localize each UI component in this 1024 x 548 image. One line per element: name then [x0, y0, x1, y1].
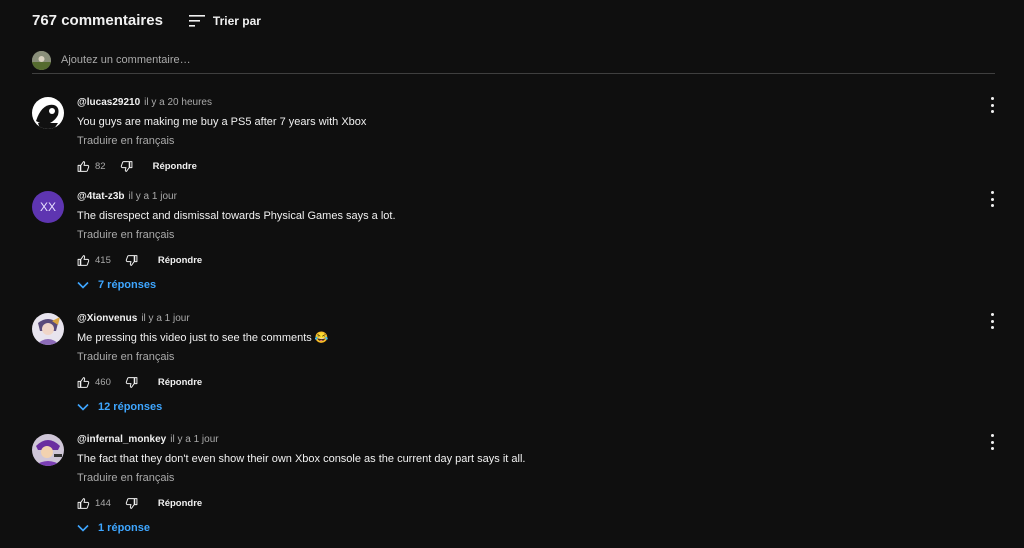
comment-author[interactable]: @lucas29210	[77, 97, 140, 108]
view-replies-button[interactable]: 12 réponses	[77, 401, 987, 413]
comment-text-container: Me pressing this video just to see the c…	[77, 332, 987, 345]
reply-button[interactable]: Répondre	[158, 498, 202, 509]
sort-label: Trier par	[212, 13, 261, 28]
replies-count: 12 réponses	[98, 401, 163, 413]
chevron-down-icon	[77, 524, 89, 532]
sort-button[interactable]: Trier par	[188, 13, 261, 28]
add-comment-field[interactable]: Ajoutez un commentaire…	[32, 51, 995, 74]
comments-header: 767 commentaires Trier par	[32, 12, 261, 29]
translate-link[interactable]: Traduire en français	[77, 135, 987, 148]
translate-link[interactable]: Traduire en français	[77, 229, 987, 242]
like-count: 82	[95, 160, 106, 172]
thumbs-down-icon[interactable]	[120, 160, 133, 173]
translate-link[interactable]: Traduire en français	[77, 472, 987, 485]
comment-actions: 460 Répondre	[77, 375, 987, 389]
translate-link[interactable]: Traduire en français	[77, 351, 987, 364]
chevron-down-icon	[77, 281, 89, 289]
more-actions-icon[interactable]	[985, 97, 999, 113]
thumbs-up-icon[interactable]	[77, 376, 90, 389]
reply-button[interactable]: Répondre	[158, 255, 202, 266]
sort-icon	[188, 14, 205, 27]
commenter-avatar[interactable]	[32, 97, 64, 129]
comment-author[interactable]: @4tat-z3b	[77, 191, 125, 202]
avatar-initials: XX	[39, 200, 56, 214]
add-comment-placeholder: Ajoutez un commentaire…	[61, 54, 191, 66]
comment-actions: 144 Répondre	[77, 496, 987, 510]
commenter-avatar[interactable]	[32, 434, 64, 466]
more-actions-icon[interactable]	[985, 313, 999, 329]
thumbs-down-icon[interactable]	[125, 254, 138, 267]
comment-time[interactable]: il y a 1 jour	[129, 191, 177, 202]
more-actions-icon[interactable]	[985, 434, 999, 450]
comment-time[interactable]: il y a 20 heures	[144, 97, 212, 108]
chevron-down-icon	[77, 403, 89, 411]
thumbs-up-icon[interactable]	[77, 160, 90, 173]
view-replies-button[interactable]: 7 réponses	[77, 279, 987, 291]
comment-author[interactable]: @infernal_monkey	[77, 434, 166, 445]
user-avatar	[32, 51, 51, 70]
comment-text: Me pressing this video just to see the c…	[77, 332, 312, 344]
comment-time[interactable]: il y a 1 jour	[170, 434, 218, 445]
replies-count: 1 réponse	[98, 522, 150, 534]
like-count: 460	[95, 376, 111, 388]
comment-author[interactable]: @Xionvenus	[77, 313, 137, 324]
reply-button[interactable]: Répondre	[153, 161, 197, 172]
like-count: 415	[95, 254, 111, 266]
laughing-emoji-icon: 😂	[314, 332, 329, 344]
commenter-avatar[interactable]: XX	[32, 191, 64, 223]
reply-button[interactable]: Répondre	[158, 377, 202, 388]
comment-actions: 82 Répondre	[77, 159, 987, 173]
thumbs-down-icon[interactable]	[125, 497, 138, 510]
comment-text: You guys are making me buy a PS5 after 7…	[77, 116, 367, 128]
thumbs-up-icon[interactable]	[77, 497, 90, 510]
comment-count: 767 commentaires	[32, 12, 163, 29]
commenter-avatar[interactable]	[32, 313, 64, 345]
view-replies-button[interactable]: 1 réponse	[77, 522, 987, 534]
thumbs-up-icon[interactable]	[77, 254, 90, 267]
comment-actions: 415 Répondre	[77, 253, 987, 267]
thumbs-down-icon[interactable]	[125, 376, 138, 389]
more-actions-icon[interactable]	[985, 191, 999, 207]
comment-text: The disrespect and dismissal towards Phy…	[77, 210, 396, 222]
comment-text: The fact that they don't even show their…	[77, 453, 526, 465]
comment-time[interactable]: il y a 1 jour	[141, 313, 189, 324]
replies-count: 7 réponses	[98, 279, 157, 291]
like-count: 144	[95, 497, 111, 509]
